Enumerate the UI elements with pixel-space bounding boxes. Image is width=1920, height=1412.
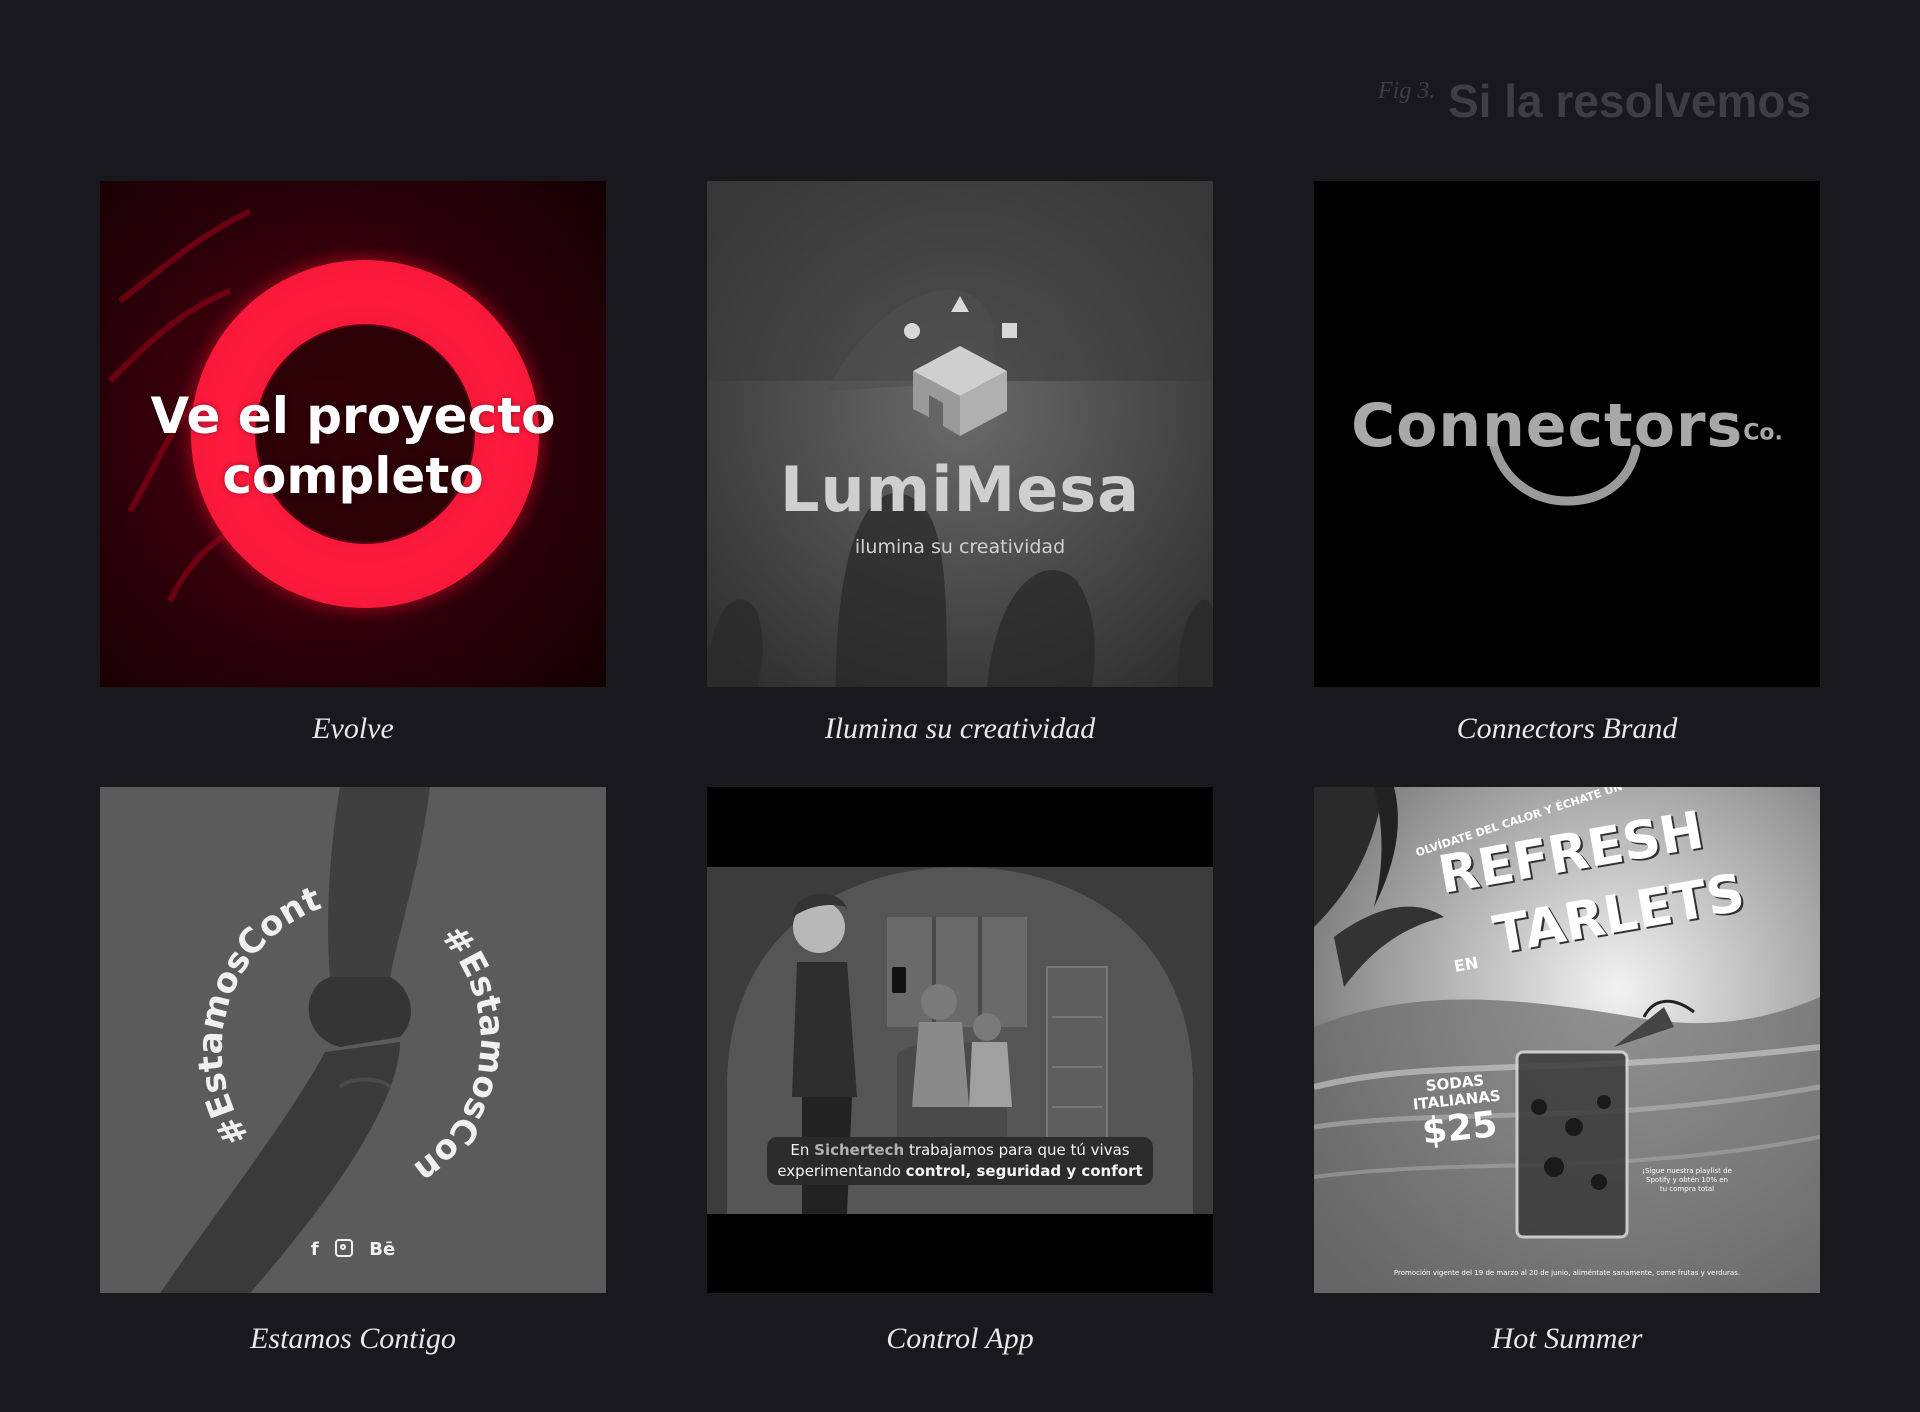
connectors-wordmark: Connectors — [1351, 391, 1744, 461]
hot-summer-product: SODAS ITALIANAS $25 — [1410, 1071, 1505, 1154]
control-app-subtitle: En Sichertech trabajamos para que tú viv… — [767, 1140, 1153, 1182]
project-tile-hot-summer[interactable]: OLVÍDATE DEL CALOR Y ÉCHATE UN REFRESH E… — [1314, 787, 1820, 1293]
hot-summer-footer-note: Promoción vigente del 19 de marzo al 20 … — [1393, 1269, 1741, 1277]
view-project-overlay: Ve el proyecto completo — [100, 386, 606, 506]
project-tile-evolve[interactable]: Ve el proyecto completo — [100, 181, 606, 687]
project-caption-hot-summer: Hot Summer — [1491, 1322, 1643, 1355]
connectors-logo: ConnectorsCo. — [1314, 391, 1820, 461]
lumimesa-artwork — [707, 181, 1213, 687]
subtitle-line-2: experimentando control, seguridad y conf… — [777, 1162, 1143, 1180]
overlay-line-1: Ve el proyecto — [150, 387, 556, 445]
overlay-line-2: completo — [222, 447, 484, 505]
project-tile-connectors[interactable]: ConnectorsCo. — [1314, 181, 1820, 687]
project-tile-lumimesa[interactable]: LumiMesa ilumina su creatividad — [707, 181, 1213, 687]
subtitle-brand: Sichertech — [814, 1141, 905, 1159]
project-caption-control-app: Control App — [886, 1322, 1034, 1355]
hot-summer-promo-note: ¡Sigue nuestra playlist de Spotify y obt… — [1642, 1167, 1732, 1193]
instagram-icon — [334, 1239, 353, 1257]
project-caption-evolve: Evolve — [312, 712, 394, 745]
estamos-contigo-artwork: #EstamosContigo #EstamosContigo — [100, 787, 606, 1293]
behance-icon: Bē — [369, 1239, 396, 1260]
project-caption-estamos-contigo: Estamos Contigo — [250, 1322, 456, 1355]
project-tile-estamos-contigo[interactable]: #EstamosContigo #EstamosContigo f Bē — [100, 787, 606, 1293]
control-app-artwork — [707, 867, 1213, 1214]
subtitle-line-1: En Sichertech trabajamos para que tú viv… — [790, 1141, 1130, 1159]
facebook-icon: f — [310, 1239, 319, 1260]
figure-label: Fig 3. — [1378, 78, 1436, 104]
figure-header: Fig 3. Si la resolvemos — [1378, 74, 1818, 134]
section-title: Si la resolvemos — [1448, 75, 1812, 127]
project-tile-control-app[interactable]: En Sichertech trabajamos para que tú viv… — [707, 787, 1213, 1293]
lumimesa-logo: LumiMesa — [780, 453, 1140, 526]
social-icons: f Bē — [100, 1239, 606, 1260]
lumimesa-tagline: ilumina su creatividad — [854, 536, 1066, 558]
project-caption-lumimesa: Ilumina su creatividad — [824, 712, 1096, 745]
connectors-suffix: Co. — [1743, 420, 1783, 446]
mouse-cursor-icon — [563, 303, 606, 687]
project-caption-connectors: Connectors Brand — [1456, 712, 1678, 745]
